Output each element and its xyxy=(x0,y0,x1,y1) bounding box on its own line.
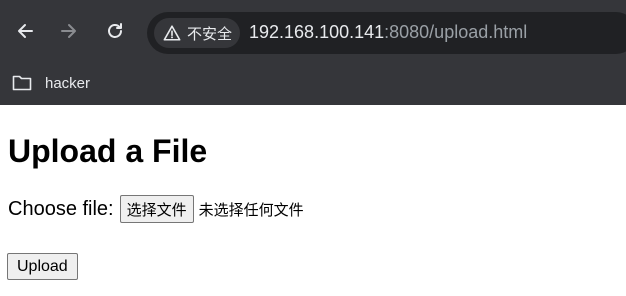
back-button[interactable] xyxy=(11,17,39,45)
file-chooser-row: Choose file: 选择文件 未选择任何文件 xyxy=(8,195,304,223)
upload-button[interactable]: Upload xyxy=(7,253,78,280)
security-label: 不安全 xyxy=(187,24,233,43)
bookmark-folder-hacker[interactable]: hacker xyxy=(12,70,90,96)
forward-arrow-icon xyxy=(61,24,76,38)
bookmark-label: hacker xyxy=(45,74,91,92)
reload-button[interactable] xyxy=(101,17,129,45)
forward-button[interactable] xyxy=(55,17,83,45)
page-content: Upload a File Choose file: 选择文件 未选择任何文件 … xyxy=(0,105,626,296)
url-path: :8080/upload.html xyxy=(384,22,528,42)
warning-icon xyxy=(163,25,181,41)
choose-file-button[interactable]: 选择文件 xyxy=(119,195,194,223)
file-status-text: 未选择任何文件 xyxy=(198,200,304,219)
security-chip[interactable]: 不安全 xyxy=(154,18,240,48)
address-bar[interactable]: 不安全 192.168.100.141:8080/upload.html xyxy=(147,12,626,54)
url-text[interactable]: 192.168.100.141:8080/upload.html xyxy=(249,22,527,43)
choose-file-label: Choose file: xyxy=(8,197,114,220)
folder-icon xyxy=(12,75,32,91)
browser-toolbar: 不安全 192.168.100.141:8080/upload.html xyxy=(0,0,626,62)
back-arrow-icon xyxy=(18,24,33,38)
url-host: 192.168.100.141 xyxy=(249,22,385,42)
page-title: Upload a File xyxy=(8,133,208,169)
bookmarks-bar: hacker xyxy=(0,62,626,105)
reload-icon xyxy=(108,23,122,38)
